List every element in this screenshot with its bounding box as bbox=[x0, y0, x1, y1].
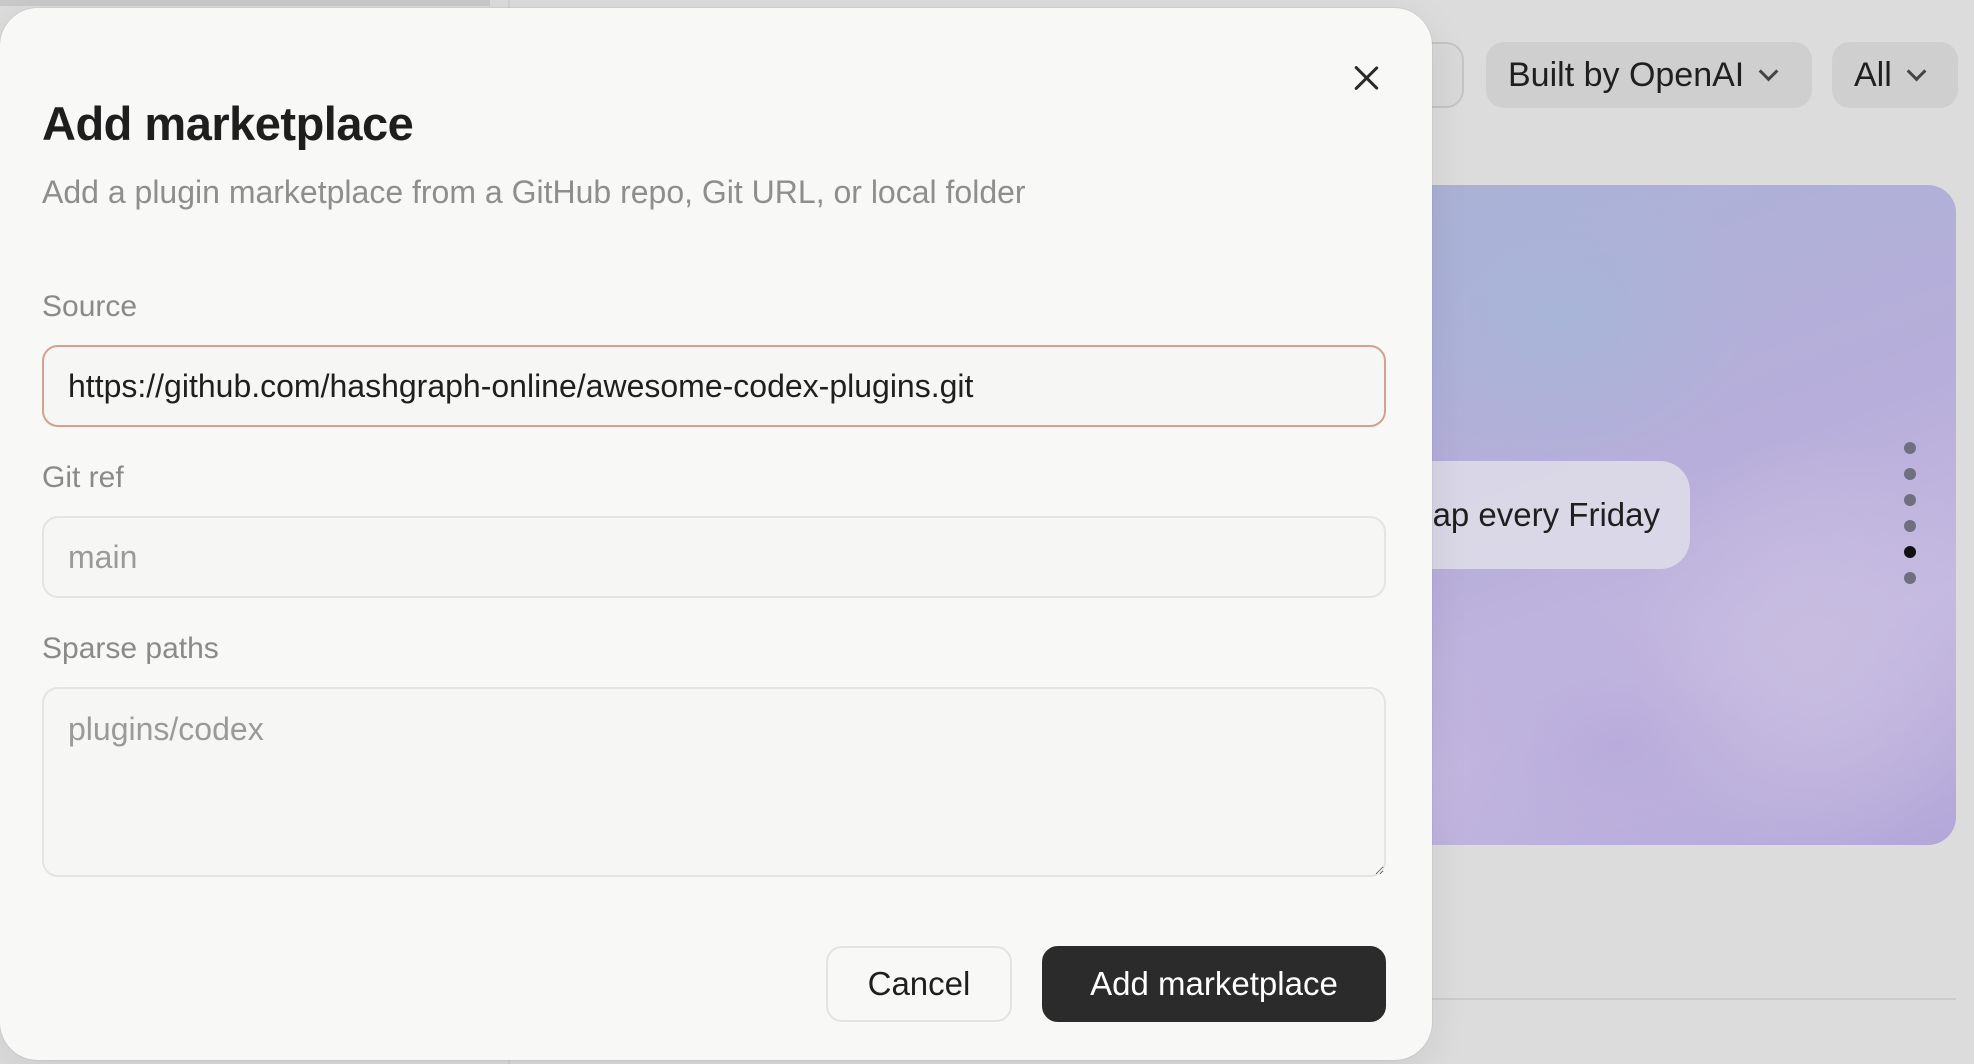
dialog-title: Add marketplace bbox=[42, 97, 414, 150]
git-ref-label: Git ref bbox=[42, 461, 124, 494]
carousel-dot-active[interactable] bbox=[1904, 546, 1916, 558]
category-filter-label: All bbox=[1854, 55, 1892, 94]
chevron-down-icon bbox=[1906, 61, 1927, 82]
git-ref-input[interactable] bbox=[42, 516, 1386, 598]
sparse-paths-label: Sparse paths bbox=[42, 632, 219, 665]
divider bbox=[1390, 998, 1956, 1000]
hero-prompt-text: ap every Friday bbox=[1432, 496, 1660, 533]
built-by-filter-label: Built by OpenAI bbox=[1508, 55, 1745, 94]
carousel-dot[interactable] bbox=[1904, 468, 1916, 480]
carousel-dot[interactable] bbox=[1904, 572, 1916, 584]
close-icon[interactable] bbox=[1346, 58, 1386, 98]
add-marketplace-dialog: Add marketplace Add a plugin marketplace… bbox=[0, 8, 1432, 1060]
carousel-pagination bbox=[1904, 442, 1916, 584]
add-marketplace-button[interactable]: Add marketplace bbox=[1042, 946, 1386, 1022]
chevron-down-icon bbox=[1758, 61, 1779, 82]
built-by-filter-dropdown[interactable]: Built by OpenAI bbox=[1486, 42, 1812, 108]
source-input[interactable] bbox=[42, 345, 1386, 427]
carousel-dot[interactable] bbox=[1904, 520, 1916, 532]
source-label: Source bbox=[42, 290, 138, 323]
cancel-button[interactable]: Cancel bbox=[826, 946, 1012, 1022]
category-filter-dropdown[interactable]: All bbox=[1832, 42, 1958, 108]
sparse-paths-textarea[interactable] bbox=[42, 687, 1386, 877]
carousel-dot[interactable] bbox=[1904, 494, 1916, 506]
carousel-dot[interactable] bbox=[1904, 442, 1916, 454]
background-topbar bbox=[0, 0, 490, 6]
dialog-subtitle: Add a plugin marketplace from a GitHub r… bbox=[42, 174, 1026, 210]
